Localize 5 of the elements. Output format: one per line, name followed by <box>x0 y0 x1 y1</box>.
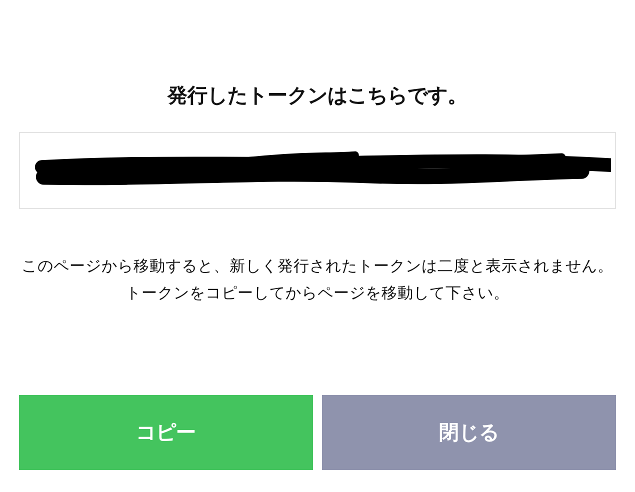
warning-message: このページから移動すると、新しく発行されたトークンは二度と表示されません。トークンをコピーしてからページを移動して下さい。 <box>20 256 614 304</box>
close-button[interactable]: 閉じる <box>322 395 616 470</box>
dialog-title: 発行したトークンはこちらです。 <box>166 82 468 109</box>
token-field[interactable] <box>19 132 616 209</box>
copy-button[interactable]: コピー <box>19 395 313 470</box>
